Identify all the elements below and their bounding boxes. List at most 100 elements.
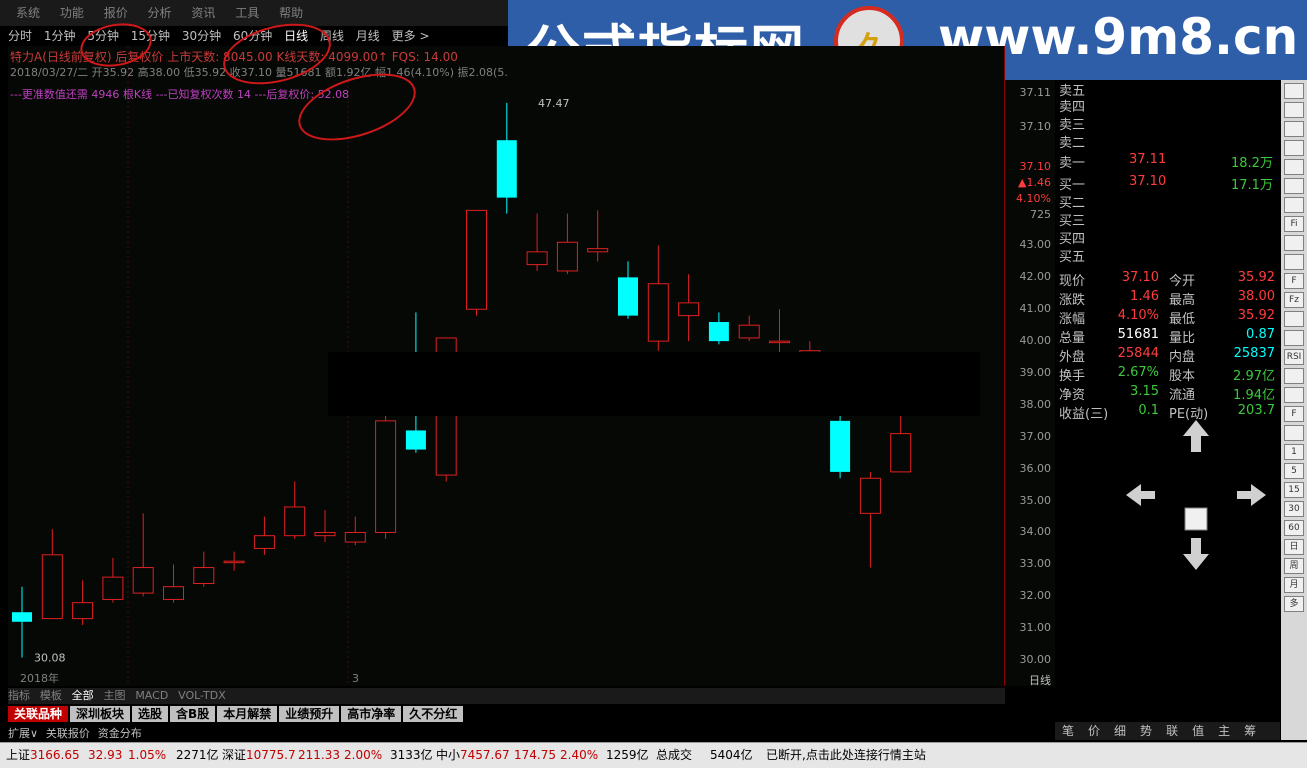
- tab-related-quote[interactable]: 关联报价: [46, 727, 90, 740]
- menu-news[interactable]: 资讯: [191, 6, 215, 20]
- tab-main[interactable]: 主图: [103, 689, 125, 702]
- tab-indicator[interactable]: 指标: [8, 689, 30, 702]
- candle-body: [223, 560, 245, 564]
- tab-extend[interactable]: 扩展∨: [8, 727, 38, 740]
- toolbar-icon[interactable]: [1284, 159, 1304, 175]
- candle-body: [344, 531, 366, 543]
- panel-tab[interactable]: 联: [1166, 724, 1178, 738]
- candle-body: [163, 586, 184, 600]
- toolbar-icon[interactable]: [1284, 425, 1304, 441]
- sell1-price: 37.11: [1129, 152, 1167, 167]
- sh-amt: 2271亿: [176, 748, 219, 762]
- tab-macd[interactable]: MACD: [135, 689, 168, 702]
- toolbar-icon[interactable]: 月: [1284, 577, 1304, 593]
- depth-label: 卖一: [1059, 156, 1086, 171]
- toolbar-icon[interactable]: F: [1284, 273, 1304, 289]
- tab-board[interactable]: 深圳板块: [70, 706, 131, 722]
- toolbar-icon[interactable]: [1284, 254, 1304, 270]
- candle: [193, 551, 215, 587]
- candle-body: [890, 433, 912, 473]
- tab-pick[interactable]: 选股: [132, 706, 169, 722]
- quote-value: 1.46: [1130, 289, 1159, 304]
- nav-pad[interactable]: [1121, 390, 1271, 600]
- toolbar-icon[interactable]: Fi: [1284, 216, 1304, 232]
- arrow-left-icon: [1126, 484, 1155, 506]
- toolbar-icon[interactable]: [1284, 368, 1304, 384]
- tab-pb[interactable]: 高市净率: [341, 706, 402, 722]
- axis-kind: 日线: [1029, 674, 1051, 687]
- menu-function[interactable]: 功能: [60, 6, 84, 20]
- period-tab-more[interactable]: 更多 >: [392, 29, 430, 43]
- panel-tab[interactable]: 笔: [1062, 724, 1074, 738]
- period-tab[interactable]: 30分钟: [182, 29, 221, 43]
- tab-unlock[interactable]: 本月解禁: [217, 706, 278, 722]
- toolbar-icon[interactable]: [1284, 140, 1304, 156]
- tab-nodiv[interactable]: 久不分红: [403, 706, 464, 722]
- panel-tab[interactable]: 主: [1218, 724, 1230, 738]
- menu-tools[interactable]: 工具: [235, 6, 259, 20]
- tab-vol[interactable]: VOL-TDX: [178, 689, 226, 702]
- candle-body: [41, 554, 63, 620]
- toolbar-icon[interactable]: [1284, 197, 1304, 213]
- sz-chg: 211.33: [298, 748, 340, 762]
- toolbar-icon[interactable]: 多: [1284, 596, 1304, 612]
- sz-val: 10775.7: [246, 748, 296, 762]
- candle: [41, 529, 63, 620]
- toolbar-icon[interactable]: [1284, 235, 1304, 251]
- panel-tab[interactable]: 值: [1192, 724, 1204, 738]
- tab-fund[interactable]: 资金分布: [98, 727, 142, 740]
- toolbar-icon[interactable]: F: [1284, 406, 1304, 422]
- sh-label: 上证: [6, 748, 31, 762]
- panel-tab[interactable]: 势: [1140, 724, 1152, 738]
- status-bar[interactable]: 上证 3166.65 32.93 1.05% 2271亿 深证 10775.7 …: [0, 742, 1307, 768]
- axis-tick: 30.00: [1019, 653, 1052, 667]
- menu-help[interactable]: 帮助: [279, 6, 303, 20]
- menu-analysis[interactable]: 分析: [148, 6, 172, 20]
- panel-tab[interactable]: 细: [1114, 724, 1126, 738]
- toolbar-icon[interactable]: [1284, 102, 1304, 118]
- period-tab[interactable]: 月线: [356, 29, 380, 43]
- quote-value: 38.00: [1237, 289, 1275, 304]
- tab-template[interactable]: 模板: [40, 689, 62, 702]
- toolbar-icon[interactable]: [1284, 311, 1304, 327]
- connect-message[interactable]: 已断开,点击此处连接行情主站: [766, 745, 926, 765]
- toolbar-icon[interactable]: Fz: [1284, 292, 1304, 308]
- toolbar-icon[interactable]: [1284, 330, 1304, 346]
- period-tab[interactable]: 1分钟: [44, 29, 76, 43]
- menu-system[interactable]: 系统: [16, 6, 40, 20]
- quote-label: 内盘: [1169, 350, 1196, 365]
- quote-value: 2.97亿: [1233, 369, 1275, 384]
- toolbar-icon[interactable]: RSI: [1284, 349, 1304, 365]
- redaction-box: [328, 352, 980, 416]
- toolbar-icon[interactable]: [1284, 121, 1304, 137]
- toolbar-icon[interactable]: 15: [1284, 482, 1304, 498]
- toolbar-icon[interactable]: 日: [1284, 539, 1304, 555]
- toolbar-icon[interactable]: [1284, 83, 1304, 99]
- arrow-right-icon: [1237, 484, 1266, 506]
- tab-perf[interactable]: 业绩预升: [279, 706, 340, 722]
- zx-val: 7457.67: [460, 748, 510, 762]
- tab-all[interactable]: 全部: [72, 689, 94, 702]
- month-label: 3: [352, 672, 359, 685]
- axis-tick: 31.00: [1019, 621, 1052, 635]
- tab-b[interactable]: 含B股: [170, 706, 216, 722]
- menu-quote[interactable]: 报价: [104, 6, 128, 20]
- period-tab[interactable]: 分时: [8, 29, 32, 43]
- panel-tab[interactable]: 价: [1088, 724, 1100, 738]
- candle-body: [647, 283, 669, 342]
- toolbar-icon[interactable]: 30: [1284, 501, 1304, 517]
- quote-row: 总量 51681 量比 0.87: [1059, 327, 1277, 346]
- toolbar-icon[interactable]: [1284, 387, 1304, 403]
- toolbar-icon[interactable]: 1: [1284, 444, 1304, 460]
- panel-tab[interactable]: 筹: [1244, 724, 1256, 738]
- toolbar-icon[interactable]: 周: [1284, 558, 1304, 574]
- toolbar-icon[interactable]: 5: [1284, 463, 1304, 479]
- quote-label: 总量: [1059, 331, 1086, 346]
- toolbar-icon[interactable]: 60: [1284, 520, 1304, 536]
- toolbar-icon[interactable]: [1284, 178, 1304, 194]
- candle-body: [253, 535, 275, 549]
- candle-body: [830, 420, 851, 472]
- tab-related[interactable]: 关联品种: [8, 706, 69, 722]
- low-label: 30.08: [34, 652, 66, 665]
- quote-label: 今开: [1169, 274, 1196, 289]
